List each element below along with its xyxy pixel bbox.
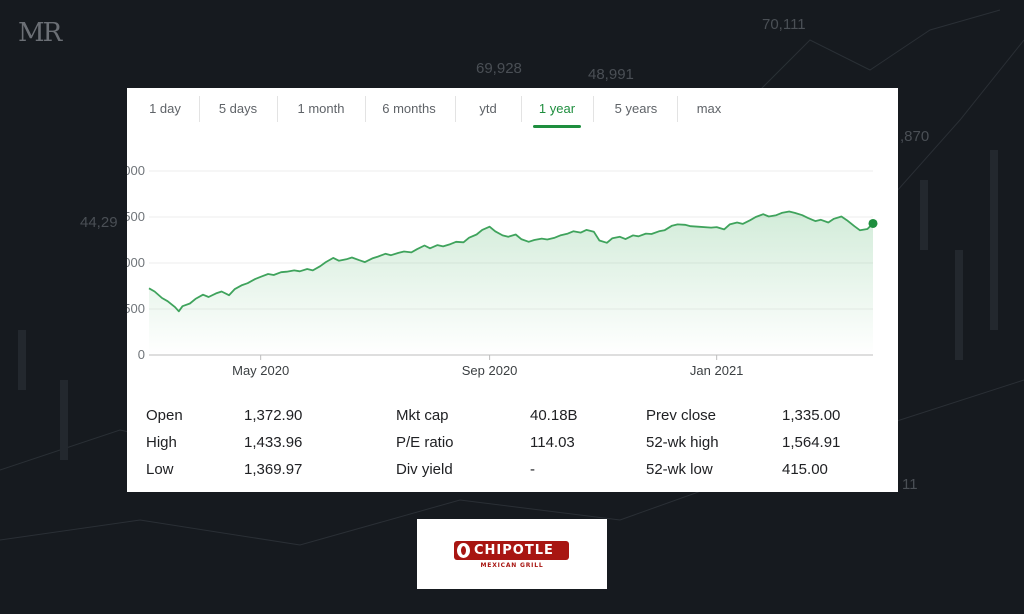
stat-value-52wk-high: 1,564.91 xyxy=(782,434,841,451)
stat-value-pe-ratio: 114.03 xyxy=(530,434,575,451)
x-tick-label: May 2020 xyxy=(232,363,289,378)
tab-label: 1 year xyxy=(538,101,576,116)
tab-divider xyxy=(277,96,278,122)
tab-label: max xyxy=(696,101,722,116)
stat-label-52wk-low: 52-wk low xyxy=(646,461,713,478)
stat-value-div-yield: - xyxy=(530,461,535,478)
chipotle-logo-badge: CHIPOTLE xyxy=(454,541,569,560)
background-number: 11 xyxy=(902,476,918,493)
tab-label: 1 month xyxy=(297,101,345,116)
tab-1-month[interactable]: 1 month xyxy=(285,88,357,130)
stats-table: Open 1,372.90 High 1,433.96 Low 1,369.97… xyxy=(127,404,898,490)
tab-label: 5 years xyxy=(614,101,658,116)
tab-max[interactable]: max xyxy=(685,88,733,130)
background-number: 48,991 xyxy=(588,66,634,83)
x-tick-label: Sep 2020 xyxy=(462,363,518,378)
y-tick-label: 1,000 xyxy=(127,255,145,270)
stat-label-open: Open xyxy=(146,407,183,424)
chipotle-logo: CHIPOTLE MEXICAN GRILL xyxy=(417,519,607,589)
stat-value-high: 1,433.96 xyxy=(244,434,303,451)
active-tab-indicator xyxy=(533,125,581,128)
x-tick-label: Jan 2021 xyxy=(690,363,744,378)
tab-label: 1 day xyxy=(149,101,181,116)
stat-label-pe-ratio: P/E ratio xyxy=(396,434,454,451)
stat-label-52wk-high: 52-wk high xyxy=(646,434,719,451)
stat-label-div-yield: Div yield xyxy=(396,461,453,478)
tab-5-years[interactable]: 5 years xyxy=(601,88,671,130)
tab-divider xyxy=(365,96,366,122)
brand-subtitle: MEXICAN GRILL xyxy=(480,562,544,569)
tab-label: 6 months xyxy=(382,101,436,116)
price-chart[interactable]: 0 500 1,000 1,500 2,000 May 2020 Sep 2020 Jan … xyxy=(127,148,898,388)
pepper-icon xyxy=(457,543,470,558)
background-logo: MR xyxy=(18,18,62,48)
y-tick-label: 2,000 xyxy=(127,163,145,178)
stat-value-prev-close: 1,335.00 xyxy=(782,407,841,424)
stock-chart-card: 1 day 5 days 1 month 6 months ytd 1 year… xyxy=(127,88,898,492)
brand-name: CHIPOTLE xyxy=(474,543,554,558)
y-tick-label: 1,500 xyxy=(127,209,145,224)
tab-divider xyxy=(677,96,678,122)
tab-6-months[interactable]: 6 months xyxy=(373,88,445,130)
tab-divider xyxy=(199,96,200,122)
tab-5-days[interactable]: 5 days xyxy=(207,88,269,130)
y-tick-label: 0 xyxy=(138,347,145,362)
background-number: 44,29 xyxy=(80,214,118,231)
tab-1-day[interactable]: 1 day xyxy=(137,88,193,130)
y-tick-label: 500 xyxy=(127,301,145,316)
stat-value-mkt-cap: 40.18B xyxy=(530,407,578,424)
current-price-dot xyxy=(868,218,878,228)
background-number: 70,111 xyxy=(762,16,806,33)
range-tabs: 1 day 5 days 1 month 6 months ytd 1 year… xyxy=(127,88,898,130)
stat-label-low: Low xyxy=(146,461,174,478)
tab-1-year[interactable]: 1 year xyxy=(529,88,585,130)
tab-divider xyxy=(455,96,456,122)
background-number: ,870 xyxy=(900,128,930,145)
stat-value-52wk-low: 415.00 xyxy=(782,461,828,478)
tab-ytd[interactable]: ytd xyxy=(463,88,513,130)
stat-label-mkt-cap: Mkt cap xyxy=(396,407,449,424)
tab-label: 5 days xyxy=(218,101,258,116)
tab-divider xyxy=(593,96,594,122)
stat-label-prev-close: Prev close xyxy=(646,407,717,424)
background-number: 69,928 xyxy=(476,60,522,77)
price-area-fill xyxy=(149,211,873,355)
tab-label: ytd xyxy=(479,101,497,116)
stat-label-high: High xyxy=(146,434,177,451)
tab-divider xyxy=(521,96,522,122)
stat-value-open: 1,372.90 xyxy=(244,407,303,424)
stat-value-low: 1,369.97 xyxy=(244,461,303,478)
